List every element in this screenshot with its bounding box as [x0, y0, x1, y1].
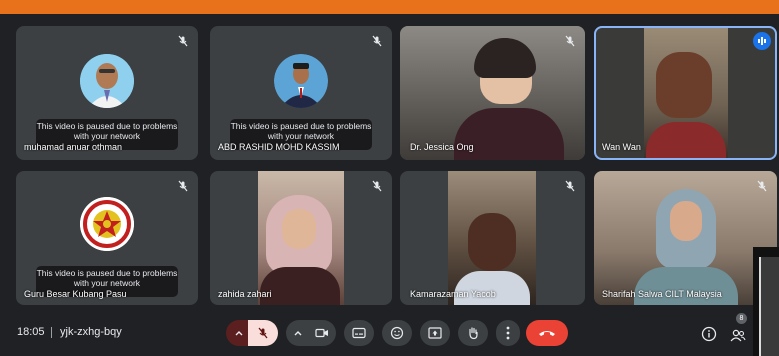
- more-options-button[interactable]: [496, 320, 520, 346]
- mic-off-icon: [757, 180, 767, 192]
- avatar: [80, 54, 134, 108]
- people-count-badge: 8: [736, 313, 747, 324]
- video-feed-body: [454, 108, 564, 160]
- participant-name: ABD RASHID MOHD KASSIM: [218, 142, 340, 152]
- video-feed-face: [670, 201, 702, 241]
- video-feed-body: [454, 271, 530, 305]
- video-feed-body: [646, 122, 726, 158]
- participant-tile[interactable]: This video is paused due to problems wit…: [16, 26, 198, 160]
- emoji-icon: [390, 326, 404, 340]
- video-feed-person: [656, 52, 712, 118]
- mic-off-icon: [178, 180, 188, 192]
- present-icon: [428, 327, 442, 339]
- more-icon: [506, 326, 510, 340]
- captions-button[interactable]: [344, 320, 374, 346]
- participant-name: Dr. Jessica Ong: [410, 142, 474, 152]
- avatar: [80, 197, 134, 251]
- mic-off-icon: [372, 180, 382, 192]
- participant-tile[interactable]: This video is paused due to problems wit…: [210, 26, 392, 160]
- chevron-up-icon: [294, 331, 302, 336]
- camera-icon: [315, 328, 328, 338]
- video-feed-face: [468, 213, 516, 271]
- participant-tile[interactable]: Sharifah Salwa CILT Malaysia: [594, 171, 777, 305]
- participant-tile[interactable]: Kamarazaman Yacob: [400, 171, 585, 305]
- meeting-controls-bar: 18:05 yjk-zxhg-bqy 8: [0, 313, 779, 356]
- participant-name: muhamad anuar othman: [24, 142, 123, 152]
- mic-off-icon: [372, 35, 382, 47]
- video-grid: This video is paused due to problems wit…: [0, 14, 779, 317]
- divider: [51, 327, 52, 338]
- mic-off-icon: [565, 35, 575, 47]
- end-call-button[interactable]: [526, 320, 568, 346]
- mic-off-icon: [178, 35, 188, 47]
- meeting-code: yjk-zxhg-bqy: [60, 326, 122, 338]
- participant-tile[interactable]: This video is paused due to problems wit…: [16, 171, 198, 305]
- people-icon: [730, 329, 746, 342]
- avatar: [274, 54, 328, 108]
- participant-tile[interactable]: Dr. Jessica Ong: [400, 26, 585, 160]
- participant-name: Wan Wan: [602, 142, 641, 152]
- chevron-up-icon: [235, 331, 243, 336]
- speaking-indicator-icon: [753, 32, 771, 50]
- video-feed-body: [260, 267, 340, 305]
- video-options-button[interactable]: [286, 320, 310, 346]
- raise-hand-button[interactable]: [458, 320, 488, 346]
- side-panel: [759, 257, 779, 356]
- participant-tile[interactable]: zahida zahari: [210, 171, 392, 305]
- mic-off-icon: [565, 180, 575, 192]
- browser-edge-overlay: [753, 247, 779, 356]
- mic-off-icon: [258, 327, 268, 339]
- raise-hand-icon: [469, 327, 478, 340]
- mic-toggle-button[interactable]: [248, 320, 278, 346]
- participant-name: Sharifah Salwa CILT Malaysia: [602, 289, 722, 299]
- participant-name: Kamarazaman Yacob: [410, 289, 496, 299]
- meeting-details-button[interactable]: [700, 325, 718, 343]
- participant-tile[interactable]: Wan Wan: [594, 26, 777, 160]
- meeting-time: 18:05: [17, 326, 45, 338]
- participant-name: zahida zahari: [218, 289, 272, 299]
- captions-icon: [352, 327, 366, 339]
- participant-name: Guru Besar Kubang Pasu: [24, 289, 127, 299]
- video-feed-face: [282, 209, 316, 249]
- people-button[interactable]: [729, 325, 747, 343]
- video-feed-body: [634, 267, 738, 305]
- emoji-reaction-button[interactable]: [382, 320, 412, 346]
- end-call-icon: [539, 331, 555, 336]
- present-screen-button[interactable]: [420, 320, 450, 346]
- camera-toggle-button[interactable]: [308, 320, 336, 346]
- browser-top-strip: [0, 0, 779, 14]
- info-icon: [701, 326, 717, 342]
